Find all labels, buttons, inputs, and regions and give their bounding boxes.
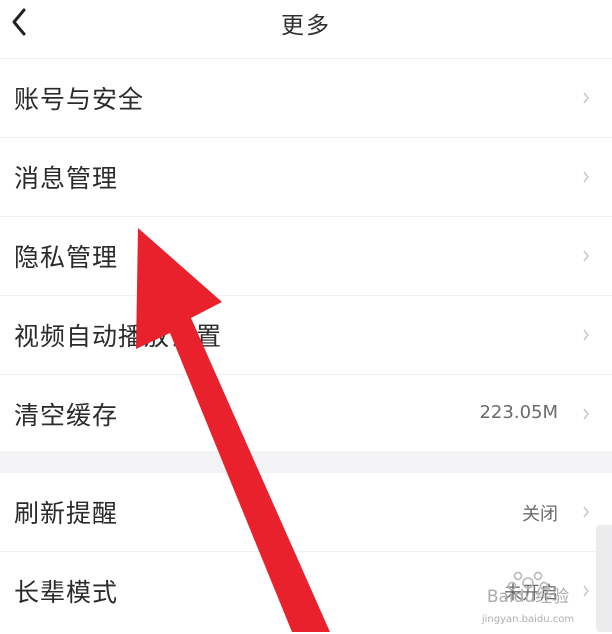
chevron-right-icon: [583, 171, 590, 183]
settings-row-clear-cache[interactable]: 清空缓存 223.05M: [0, 375, 612, 454]
chevron-right-icon: [583, 408, 590, 420]
watermark-text: Baidu经验: [487, 587, 569, 607]
group-separator: [0, 451, 612, 473]
row-label: 账号与安全: [14, 85, 145, 114]
row-label: 消息管理: [14, 164, 119, 193]
chevron-right-icon: [583, 329, 590, 341]
settings-row-refresh-reminder[interactable]: 刷新提醒 关闭: [0, 473, 612, 552]
chevron-right-icon: [583, 92, 590, 104]
settings-row-privacy-management[interactable]: 隐私管理: [0, 217, 612, 296]
page-title: 更多: [281, 13, 331, 39]
settings-row-video-autoplay[interactable]: 视频自动播放设置: [0, 296, 612, 375]
chevron-right-icon: [583, 250, 590, 262]
row-label: 清空缓存: [14, 401, 119, 430]
refresh-reminder-value: 关闭: [522, 504, 558, 525]
row-label: 刷新提醒: [14, 499, 119, 528]
baidu-watermark: Baidu经验 jingyan.baidu.com: [466, 568, 590, 630]
screen-edge-handle: [596, 525, 612, 632]
settings-group-general: 账号与安全 消息管理 隐私管理 视频自动播放设置 清空缓存 223.05M: [0, 58, 612, 454]
navigation-bar: 更多: [0, 0, 612, 48]
settings-row-account-security[interactable]: 账号与安全: [0, 59, 612, 138]
settings-row-message-management[interactable]: 消息管理: [0, 138, 612, 217]
chevron-right-icon: [583, 506, 590, 518]
row-label: 视频自动播放设置: [14, 322, 223, 351]
row-label: 隐私管理: [14, 243, 119, 272]
row-label: 长辈模式: [14, 578, 119, 607]
cache-size-value: 223.05M: [479, 402, 558, 423]
watermark-url: jingyan.baidu.com: [481, 614, 574, 625]
